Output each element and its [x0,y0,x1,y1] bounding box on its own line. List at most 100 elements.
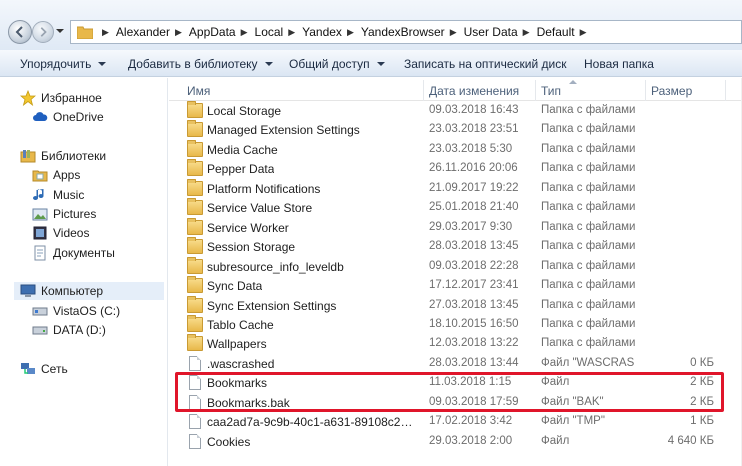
file-name: subresource_info_leveldb [207,259,344,274]
nav-videos[interactable]: Videos [32,224,89,242]
file-row[interactable]: subresource_info_leveldb 09.03.2018 22:28… [169,256,742,277]
file-date: 23.03.2018 23:51 [429,123,519,136]
address-path[interactable]: ▶ Alexander ▶ AppData ▶ Local ▶ Yandex ▶… [70,20,742,44]
breadcrumb-item[interactable]: Local [255,25,284,39]
command-toolbar: Упорядочить Добавить в библиотеку Общий … [0,50,742,77]
breadcrumb-separator[interactable]: ▶ [450,27,457,38]
file-name: Session Storage [207,240,296,255]
breadcrumb-item[interactable]: Default [537,25,575,39]
column-date-header[interactable]: Дата изменения [429,84,519,98]
nav-music[interactable]: Music [32,186,84,204]
nav-music-label: Music [53,188,85,202]
file-row[interactable]: Cookies 29.03.2018 2:00 Файл 4 640 КБ [169,432,742,452]
back-button[interactable] [8,20,32,44]
folder-icon [187,159,203,177]
music-note-icon [32,187,48,203]
star-icon [19,89,37,107]
file-row[interactable]: Service Worker 29.03.2017 9:30 Папка с фай… [169,217,742,238]
file-type: Папка с файлами [541,104,635,116]
breadcrumb-separator[interactable]: ▶ [175,27,182,38]
nav-libraries[interactable]: Библиотеки [20,147,106,165]
file-date: 17.12.2017 23:41 [429,279,519,292]
file-type: Файл [541,434,570,447]
file-row[interactable]: Tablo Cache 18.10.2015 16:50 Папка с файла… [169,314,742,335]
nav-documents-label: Документы [53,246,115,260]
breadcrumb-separator[interactable]: ▶ [102,27,109,38]
file-size: 1 КБ [690,415,714,428]
computer-icon [20,283,36,299]
breadcrumb-item[interactable]: AppData [189,25,236,39]
burn-disc-button[interactable]: Записать на оптический диск [404,57,567,71]
file-name: Managed Extension Settings [207,123,360,138]
column-divider[interactable] [535,80,536,101]
document-icon [32,245,48,261]
navigation-pane: Избранное OneDrive Библиотеки Apps Music… [0,78,168,466]
file-name: .wascrashed [207,356,275,371]
file-row[interactable]: Service Value Store 25.01.2018 21:40 Папка… [169,198,742,218]
file-name: Platform Notifications [207,181,321,196]
file-row[interactable]: Platform Notifications 21.09.2017 19:22 Па… [169,178,742,199]
chevron-down-icon [376,62,385,66]
forward-button[interactable] [32,21,54,43]
file-row[interactable]: caa2ad7a-9c9b-40c1-a631-89108c296e17....… [169,412,742,432]
breadcrumb-separator[interactable]: ▶ [347,27,354,38]
nav-favorites-label: Избранное [41,91,102,105]
breadcrumb-item[interactable]: Yandex [302,25,342,39]
nav-computer[interactable]: Компьютер [14,282,164,300]
file-date: 29.03.2018 2:00 [429,434,513,447]
nav-onedrive[interactable]: OneDrive [32,108,104,126]
folder-icon [187,237,203,255]
breadcrumb-separator[interactable]: ▶ [288,27,295,38]
folder-icon [187,139,203,157]
file-row[interactable]: Sync Data 17.12.2017 23:41 Папка с файлами [169,276,742,296]
file-row[interactable]: Pepper Data 26.11.2016 20:06 Папка с файла… [169,159,742,179]
file-type: Папка с файлами [541,317,635,330]
file-date: 17.02.2018 3:42 [429,415,513,428]
breadcrumb-separator[interactable]: ▶ [523,27,530,38]
nav-favorites[interactable]: Избранное [19,89,102,107]
breadcrumb-separator[interactable]: ▶ [580,27,587,38]
organize-button[interactable]: Упорядочить [20,57,107,71]
nav-documents[interactable]: Документы [32,244,115,262]
file-row[interactable]: Session Storage 28.03.2018 13:45 Папка с ф… [169,237,742,257]
folder-icon [187,198,203,216]
column-name-header[interactable]: Имя [187,84,210,98]
file-row[interactable]: Wallpapers 12.03.2018 13:22 Папка с файлам… [169,334,742,354]
file-date: 26.11.2016 20:06 [429,162,518,175]
add-to-library-button[interactable]: Добавить в библиотеку [128,57,273,71]
chevron-down-icon [264,62,273,66]
file-row[interactable]: Managed Extension Settings 23.03.2018 23:… [169,120,742,140]
file-row[interactable]: Sync Extension Settings 27.03.2018 13:45 П… [169,295,742,316]
file-icon [189,355,201,371]
breadcrumb-item[interactable]: User Data [464,25,518,39]
nav-drive-d[interactable]: DATA (D:) [32,321,106,339]
picture-icon [32,206,48,222]
share-button[interactable]: Общий доступ [289,57,385,71]
new-folder-button[interactable]: Новая папка [584,57,654,71]
recent-pages-dropdown[interactable] [56,29,64,33]
column-type-header[interactable]: Тип [541,84,561,98]
breadcrumb-item[interactable]: YandexBrowser [361,25,445,39]
file-type: Папка с файлами [541,337,635,350]
file-name: Service Worker [207,220,289,235]
nav-drive-c[interactable]: VistaOS (C:) [32,302,120,320]
file-row[interactable]: .wascrashed 28.03.2018 13:44 Файл "WASCRAS… [169,354,742,374]
column-divider[interactable] [645,80,646,101]
nav-apps[interactable]: Apps [32,166,80,184]
column-divider[interactable] [725,80,726,101]
file-type: Папка с файлами [541,298,635,311]
file-name: Wallpapers [207,337,267,352]
file-row[interactable]: Local Storage 09.03.2018 16:43 Папка с фай… [169,101,742,121]
column-divider[interactable] [423,80,424,101]
forward-arrow-icon [40,27,47,37]
file-row[interactable]: Media Cache 23.03.2018 5:30 Папка с файлам… [169,139,742,160]
nav-pictures[interactable]: Pictures [32,205,96,223]
nav-network[interactable]: Сеть [20,360,68,378]
column-size-header[interactable]: Размер [651,84,692,98]
breadcrumb-separator[interactable]: ▶ [241,27,248,38]
file-type: Папка с файлами [541,162,635,175]
breadcrumb-item[interactable]: Alexander [116,25,170,39]
file-type: Файл "WASCRAS... [541,356,635,369]
folder-icon [77,26,93,39]
file-date: 18.10.2015 16:50 [429,317,519,330]
